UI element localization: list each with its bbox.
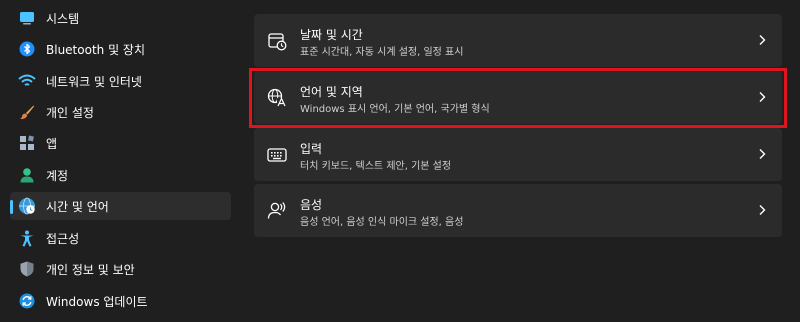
- sidebar-item-accounts[interactable]: 계정: [10, 161, 231, 189]
- wifi-icon: [18, 72, 36, 90]
- chevron-right-icon: [756, 203, 768, 217]
- sidebar-item-accessibility[interactable]: 접근성: [10, 224, 231, 252]
- accessibility-icon: [18, 229, 36, 247]
- sidebar-item-apps[interactable]: 앱: [10, 129, 231, 157]
- sidebar-item-label: 접근성: [46, 231, 80, 246]
- sidebar-item-label: 네트워크 및 인터넷: [46, 74, 142, 89]
- card-subtitle: Windows 표시 언어, 기본 언어, 국가별 형식: [300, 104, 490, 115]
- chevron-right-icon: [756, 90, 768, 104]
- card-title: 날짜 및 시간: [300, 28, 363, 42]
- sidebar-item-label: 앱: [46, 136, 58, 151]
- card-date-time[interactable]: 날짜 및 시간 표준 시간대, 자동 시계 설정, 일정 표시: [254, 14, 782, 67]
- card-subtitle: 음성 언어, 음성 인식 마이크 설정, 음성: [300, 217, 464, 228]
- chevron-right-icon: [756, 33, 768, 47]
- sidebar-item-label: 시간 및 언어: [46, 199, 109, 214]
- card-title: 입력: [300, 142, 323, 156]
- keyboard-icon: [266, 144, 288, 166]
- card-subtitle: 터치 키보드, 텍스트 제안, 기본 설정: [300, 161, 452, 172]
- calendar-clock-icon: [266, 30, 288, 52]
- apps-icon: [18, 134, 36, 152]
- card-title: 음성: [300, 198, 323, 212]
- chevron-right-icon: [756, 147, 768, 161]
- paintbrush-icon: [18, 103, 36, 121]
- sidebar-item-personalization[interactable]: 개인 설정: [10, 98, 231, 126]
- monitor-icon: [18, 9, 36, 27]
- person-icon: [18, 166, 36, 184]
- sidebar-item-label: 계정: [46, 168, 69, 183]
- shield-icon: [18, 260, 36, 278]
- card-speech[interactable]: 음성 음성 언어, 음성 인식 마이크 설정, 음성: [254, 184, 782, 237]
- sidebar-item-label: Windows 업데이트: [46, 294, 148, 309]
- globe-clock-icon: [18, 197, 36, 215]
- settings-window: 시스템 Bluetooth 및 장치 네트워크 및 인터넷 개인 설정 앱 계정…: [0, 0, 800, 322]
- card-typing[interactable]: 입력 터치 키보드, 텍스트 제안, 기본 설정: [254, 128, 782, 181]
- sidebar-item-windows-update[interactable]: Windows 업데이트: [10, 287, 231, 315]
- card-language-region[interactable]: 언어 및 지역 Windows 표시 언어, 기본 언어, 국가별 형식: [254, 71, 782, 124]
- sidebar-item-privacy[interactable]: 개인 정보 및 보안: [10, 255, 231, 283]
- sidebar-item-label: 시스템: [46, 11, 80, 26]
- sidebar-item-system[interactable]: 시스템: [10, 4, 231, 32]
- language-icon: [266, 87, 288, 109]
- sidebar-item-bluetooth[interactable]: Bluetooth 및 장치: [10, 35, 231, 63]
- sidebar-item-label: 개인 정보 및 보안: [46, 262, 135, 277]
- update-icon: [18, 292, 36, 310]
- sidebar-item-label: 개인 설정: [46, 105, 94, 120]
- sidebar-item-network[interactable]: 네트워크 및 인터넷: [10, 67, 231, 95]
- speech-icon: [266, 200, 288, 222]
- sidebar-item-time-language[interactable]: 시간 및 언어: [10, 192, 231, 220]
- card-subtitle: 표준 시간대, 자동 시계 설정, 일정 표시: [300, 47, 464, 58]
- bluetooth-icon: [18, 40, 36, 58]
- sidebar-item-label: Bluetooth 및 장치: [46, 42, 146, 57]
- sidebar: 시스템 Bluetooth 및 장치 네트워크 및 인터넷 개인 설정 앱 계정…: [0, 0, 240, 322]
- card-title: 언어 및 지역: [300, 85, 363, 99]
